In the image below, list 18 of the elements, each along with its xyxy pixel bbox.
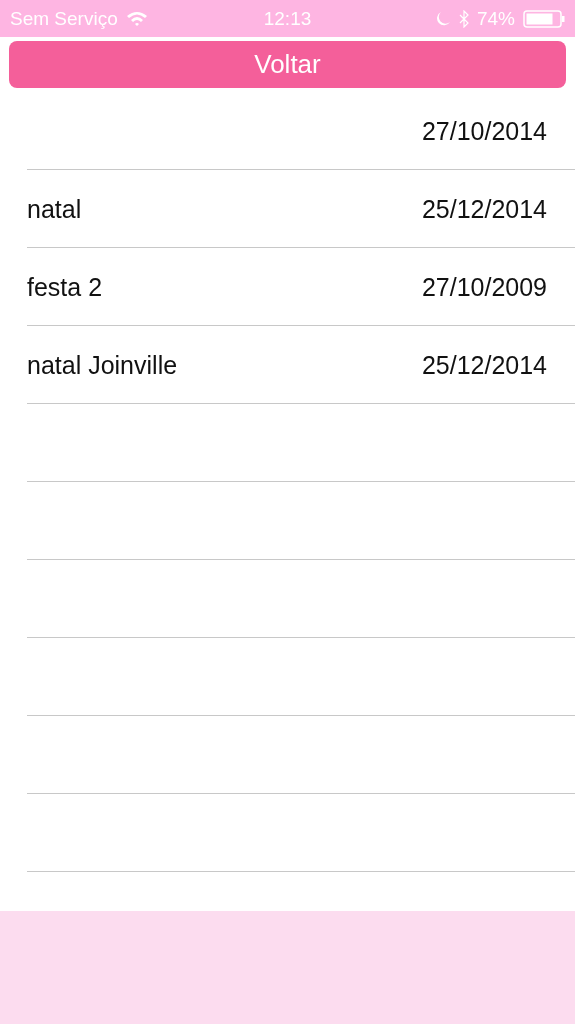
event-name: festa 2 (27, 273, 104, 302)
battery-percent-text: 74% (476, 7, 515, 30)
event-name: natal Joinville (27, 351, 179, 380)
event-name: natal (27, 195, 83, 224)
event-date: 27/10/2014 (421, 116, 547, 146)
bluetooth-icon (458, 9, 469, 28)
list-row[interactable]: festa 2 27/10/2009 (27, 248, 575, 326)
carrier-text: Sem Serviço (10, 7, 118, 30)
wifi-icon (125, 10, 148, 27)
list-row[interactable]: natal 25/12/2014 (27, 170, 575, 248)
list-row[interactable]: natal Joinville 25/12/2014 (27, 326, 575, 404)
event-date: 25/12/2014 (421, 351, 547, 380)
moon-icon (434, 10, 451, 27)
battery-icon (523, 9, 565, 28)
list-row[interactable]: 27/10/2014 (27, 91, 575, 170)
event-date: 25/12/2014 (421, 195, 547, 224)
event-date: 27/10/2009 (421, 273, 547, 302)
time-text: 12:13 (263, 7, 312, 30)
